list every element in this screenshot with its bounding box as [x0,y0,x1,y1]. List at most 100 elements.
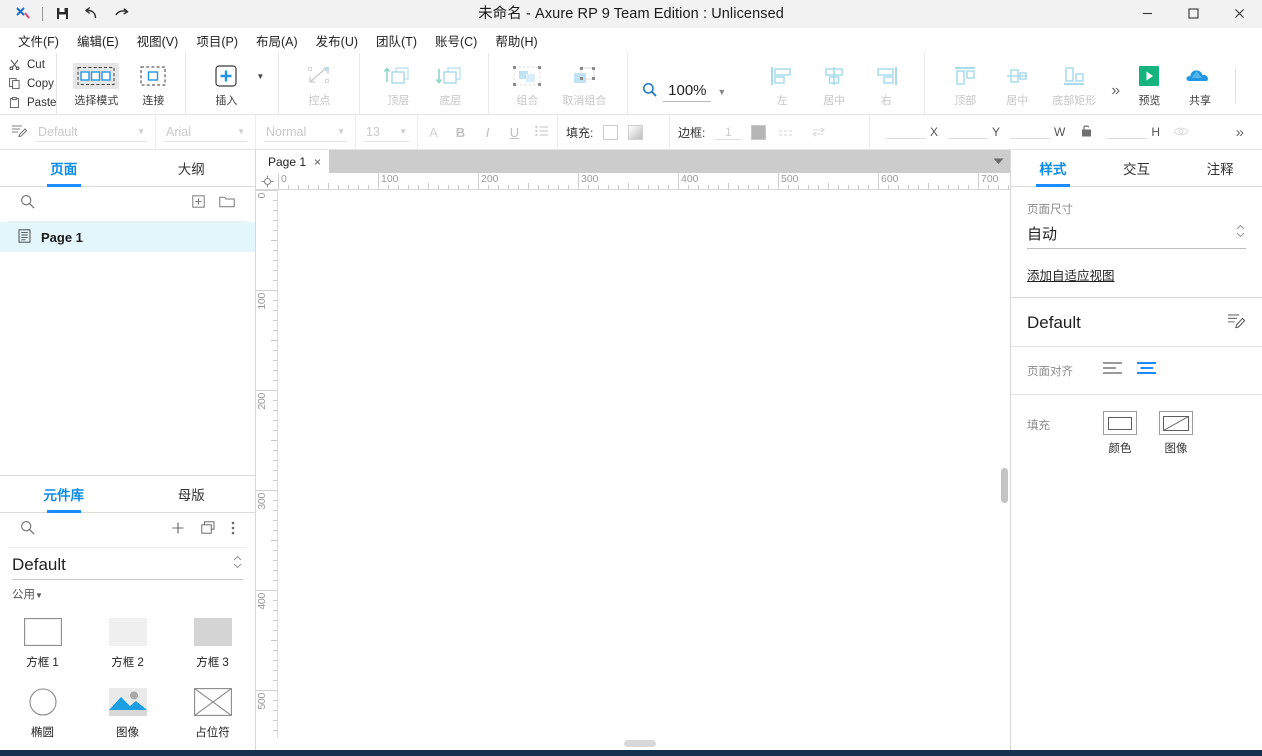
zoom-value[interactable]: 100% [663,82,712,102]
undo-icon[interactable] [77,1,107,27]
w-field[interactable]: W [1010,125,1065,139]
align-middle-button[interactable]: 居中 [991,59,1043,108]
align-center-icon[interactable] [1137,361,1157,380]
menu-item-file[interactable]: 文件(F) [10,28,67,53]
border-style-icon[interactable] [776,125,798,140]
zoom-control[interactable]: 100% ▼ [628,53,740,114]
duplicate-icon[interactable] [201,521,215,539]
tab-masters[interactable]: 母版 [128,476,256,512]
widget-item[interactable]: 方框 2 [85,610,170,680]
menu-item-edit[interactable]: 编辑(E) [69,28,127,53]
ruler-origin-button[interactable] [256,173,278,190]
widget-item[interactable]: 方框 3 [170,610,255,680]
menu-item-view[interactable]: 视图(V) [129,28,187,53]
vertical-ruler[interactable]: 0 100 200 300 400 500 [256,190,278,738]
border-color-swatch[interactable] [751,124,767,140]
align-left-icon[interactable] [1103,361,1123,380]
lock-ratio-icon[interactable] [1075,124,1097,140]
close-icon[interactable] [1216,0,1262,28]
list-icon[interactable] [534,125,549,140]
menu-item-publish[interactable]: 发布(U) [308,28,366,53]
menu-item-help[interactable]: 帮助(H) [487,28,545,53]
select-mode-button[interactable]: 选择模式 [65,59,127,108]
menu-item-account[interactable]: 账号(C) [427,28,485,53]
close-icon[interactable]: × [314,155,321,169]
tab-style[interactable]: 样式 [1011,150,1095,186]
add-page-icon[interactable] [192,195,205,213]
fill-gradient-swatch[interactable] [628,124,644,140]
align-left-button[interactable]: 左 [756,59,808,108]
ungroup-button[interactable]: 取消组合 [553,59,615,108]
more-options-icon[interactable] [231,521,235,540]
stepper-icon[interactable] [1235,223,1246,244]
widget-item[interactable]: 方框 1 [0,610,85,680]
align-top-button[interactable]: 顶部 [939,59,991,108]
widget-style-select[interactable]: Default ▼ [36,122,147,142]
edit-style-icon[interactable] [1227,312,1246,334]
bold-button[interactable]: B [453,125,468,140]
format-overflow-icon[interactable]: » [1236,124,1254,141]
menu-item-project[interactable]: 项目(P) [188,28,246,53]
horizontal-scrollbar-thumb[interactable] [624,740,656,747]
horizontal-ruler-track[interactable]: 0 100 200 300 400 500 600 700 [278,173,1010,189]
library-search-icon[interactable] [20,520,35,540]
save-icon[interactable] [47,1,77,27]
align-right-button[interactable]: 右 [860,59,912,108]
library-category[interactable]: 公用▼ [0,580,255,606]
toolbar-overflow-icon[interactable]: » [1105,82,1126,100]
search-icon[interactable] [20,194,35,214]
share-button[interactable]: 共享 [1177,59,1224,108]
align-bottom-button[interactable]: 底部矩形 [1043,59,1105,108]
widget-item[interactable]: 图像 [85,680,170,750]
arrow-style-icon[interactable] [808,125,830,140]
insert-dropdown-icon[interactable]: ▼ [256,72,264,81]
underline-button[interactable]: U [507,125,522,140]
add-library-icon[interactable] [171,521,185,540]
fill-color-swatch[interactable] [603,124,619,140]
zoom-dropdown-icon[interactable]: ▼ [717,87,726,97]
library-select[interactable]: Default [12,554,243,580]
fill-image-option[interactable]: 图像 [1159,411,1193,456]
align-center-button[interactable]: 居中 [808,59,860,108]
redo-icon[interactable] [107,1,137,27]
font-family-select[interactable]: Arial ▼ [164,122,247,142]
connect-mode-button[interactable]: 连接 [127,59,179,108]
send-to-back-button[interactable]: 底层 [424,59,476,108]
bring-to-front-button[interactable]: 顶层 [372,59,424,108]
preview-button[interactable]: 预览 [1126,59,1173,108]
tab-notes[interactable]: 注释 [1178,150,1262,186]
vertical-scrollbar[interactable] [1000,190,1009,738]
horizontal-scrollbar[interactable] [256,738,1010,750]
visibility-eye-icon[interactable] [1170,125,1192,140]
tab-outline[interactable]: 大纲 [128,150,256,186]
paste-button[interactable]: Paste [8,94,56,112]
h-field[interactable]: H [1107,125,1160,139]
fill-color-option[interactable]: 颜色 [1103,411,1137,456]
menu-item-layout[interactable]: 布局(A) [248,28,306,53]
add-folder-icon[interactable] [219,195,235,213]
add-adaptive-view-link[interactable]: 添加自适应视图 [1027,265,1115,284]
border-width-input[interactable]: 1 [715,125,742,140]
canvas-tab-page1[interactable]: Page 1 × [256,150,330,173]
tab-widget-library[interactable]: 元件库 [0,476,128,512]
italic-button[interactable]: I [480,125,495,140]
widget-item[interactable]: 椭圆 [0,680,85,750]
design-canvas[interactable] [278,190,1010,738]
x-field[interactable]: X [886,125,938,139]
group-button[interactable]: 组合 [501,59,553,108]
font-weight-select[interactable]: Normal ▼ [264,122,347,142]
vertical-scrollbar-thumb[interactable] [1001,468,1008,503]
y-field[interactable]: Y [948,125,1000,139]
page-size-select[interactable]: 自动 [1027,223,1246,249]
font-size-select[interactable]: 13 ▼ [364,122,409,142]
minimize-icon[interactable] [1124,0,1170,28]
menu-item-team[interactable]: 团队(T) [368,28,425,53]
stepper-icon[interactable] [232,554,243,575]
copy-button[interactable]: Copy [8,75,56,93]
tab-pages[interactable]: 页面 [0,150,128,186]
maximize-icon[interactable] [1170,0,1216,28]
handles-button[interactable]: 控点 [293,59,345,108]
tab-interactions[interactable]: 交互 [1095,150,1179,186]
page-list-item[interactable]: Page 1 [0,222,255,252]
insert-button[interactable]: 插入 [200,59,252,108]
